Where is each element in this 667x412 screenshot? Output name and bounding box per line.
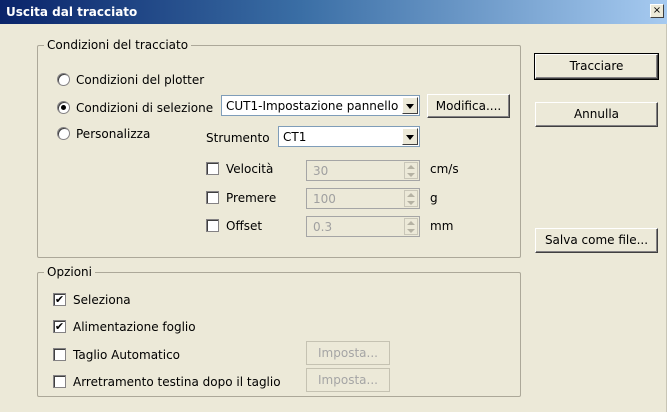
plot-button[interactable]: Tracciare: [534, 53, 659, 80]
auto-cut-checkbox[interactable]: [53, 348, 66, 361]
dialog-window: Uscita dal tracciato × Condizioni del tr…: [0, 0, 667, 412]
offset-unit: mm: [430, 219, 454, 233]
press-label: Premere: [226, 191, 277, 205]
radio-plotter-conditions[interactable]: [57, 73, 70, 86]
spinner-arrows-icon[interactable]: [404, 218, 418, 235]
offset-spinner[interactable]: 0.3: [306, 216, 420, 237]
retract-checkbox[interactable]: [53, 375, 66, 388]
cancel-button[interactable]: Annulla: [535, 102, 658, 127]
auto-cut-settings-button[interactable]: Imposta...: [306, 341, 390, 365]
selection-conditions-select[interactable]: CUT1-Impostazione pannello: [221, 95, 420, 116]
speed-spinner[interactable]: 30: [306, 160, 420, 181]
conditions-group-title: Condizioni del tracciato: [44, 38, 192, 52]
radio-plotter-label: Condizioni del plotter: [76, 73, 205, 87]
radio-selection-label: Condizioni di selezione: [76, 101, 214, 115]
press-unit: g: [430, 191, 438, 205]
speed-unit: cm/s: [430, 162, 459, 176]
feed-checkbox[interactable]: ✔: [53, 320, 66, 333]
save-as-file-button[interactable]: Salva come file...: [535, 228, 658, 253]
modify-button[interactable]: Modifica....: [427, 94, 510, 118]
radio-custom[interactable]: [57, 127, 70, 140]
spinner-arrows-icon[interactable]: [404, 190, 418, 207]
press-spinner[interactable]: 100: [306, 188, 420, 209]
close-icon[interactable]: ×: [650, 4, 664, 18]
press-checkbox[interactable]: [206, 191, 219, 204]
feed-label: Alimentazione foglio: [73, 320, 196, 334]
offset-checkbox[interactable]: [206, 219, 219, 232]
chevron-down-icon[interactable]: [402, 128, 418, 145]
press-value: 100: [313, 192, 336, 206]
retract-settings-button[interactable]: Imposta...: [306, 368, 390, 392]
title-bar: Uscita dal tracciato ×: [0, 0, 667, 24]
options-group-title: Opzioni: [44, 265, 95, 279]
selection-conditions-value: CUT1-Impostazione pannello: [226, 99, 399, 113]
tool-value: CT1: [283, 130, 307, 144]
radio-custom-label: Personalizza: [76, 127, 151, 141]
select-checkbox[interactable]: ✔: [53, 293, 66, 306]
tool-label: Strumento: [206, 131, 270, 145]
retract-label: Arretramento testina dopo il taglio: [73, 375, 281, 389]
window-title: Uscita dal tracciato: [6, 5, 138, 19]
speed-label: Velocità: [226, 162, 274, 176]
chevron-down-icon[interactable]: [402, 97, 418, 114]
spinner-arrows-icon[interactable]: [404, 162, 418, 179]
auto-cut-label: Taglio Automatico: [73, 348, 181, 362]
offset-label: Offset: [226, 219, 263, 233]
speed-value: 30: [313, 164, 329, 178]
tool-select[interactable]: CT1: [278, 126, 420, 147]
radio-selection-conditions[interactable]: [57, 101, 70, 114]
select-label: Seleziona: [73, 293, 131, 307]
speed-checkbox[interactable]: [206, 162, 219, 175]
offset-value: 0.3: [313, 220, 333, 234]
